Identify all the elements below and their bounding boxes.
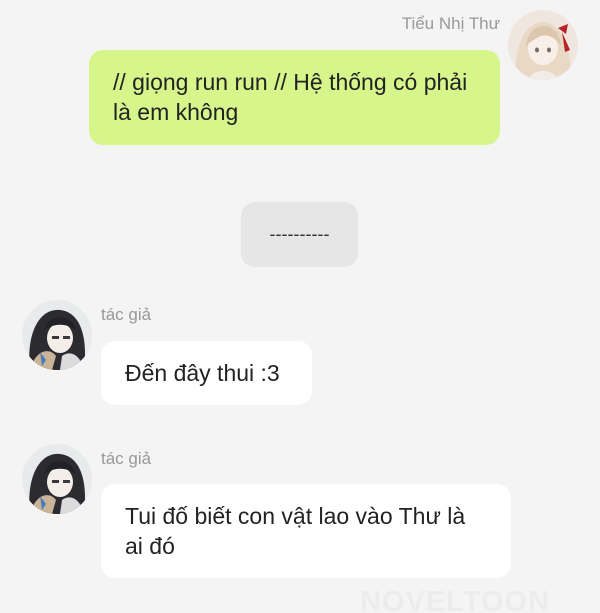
avatar-author-icon[interactable] [22, 300, 92, 370]
separator-bubble: ---------- [241, 202, 358, 267]
chat-screen: Tiểu Nhị Thư // giọng run run // Hệ thốn… [0, 0, 600, 613]
sender-name: Tiểu Nhị Thư [401, 14, 500, 33]
avatar-author-icon[interactable] [22, 444, 92, 514]
message-bubble: Đến đây thui :3 [101, 341, 312, 405]
sender-name: tác giả [101, 305, 152, 324]
message-bubble: Tui đố biết con vật lao vào Thư là ai đó [101, 484, 511, 578]
watermark: NOVELTOON [360, 586, 550, 613]
message-bubble: // giọng run run // Hệ thống có phải là … [89, 50, 500, 145]
sender-name: tác giả [101, 449, 152, 468]
avatar-girl-red-ribbon-icon[interactable] [508, 10, 578, 80]
